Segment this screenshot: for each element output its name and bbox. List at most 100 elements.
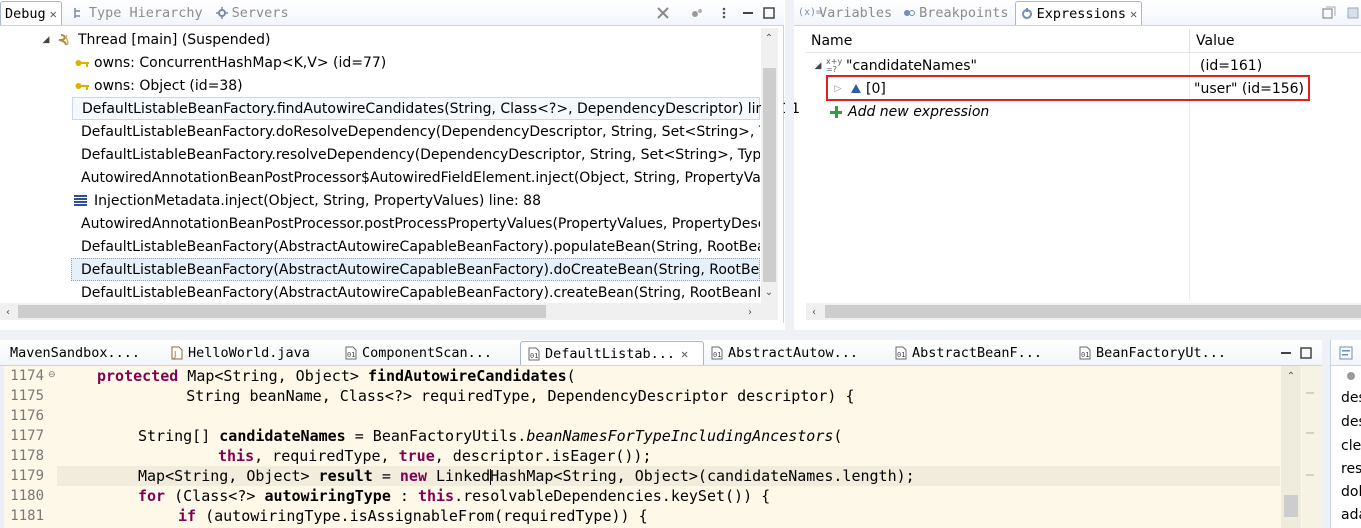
scroll-up-arrow-icon[interactable]: ⌃ bbox=[1283, 368, 1299, 384]
editor-tab-helloworld[interactable]: J HelloWorld.java bbox=[164, 340, 338, 365]
stack-frame-label: AutowiredAnnotationBeanPostProcessor$Aut… bbox=[81, 169, 760, 186]
tab-debug[interactable]: Debug ✕ bbox=[0, 1, 62, 25]
code-line-1180[interactable]: for (Class<?> autowiringType : this.reso… bbox=[57, 486, 770, 506]
code-method-name: findAutowireCandidates bbox=[367, 367, 567, 385]
view-toolbar-icon[interactable] bbox=[1345, 5, 1361, 21]
tab-breakpoints-label: Breakpoints bbox=[919, 4, 1009, 21]
stack-frame-row[interactable]: DefaultListableBeanFactory.resolveDepend… bbox=[74, 143, 760, 166]
scroll-left-arrow-icon[interactable]: ‹ bbox=[806, 304, 822, 320]
code-keyword: new bbox=[399, 467, 427, 485]
stack-frame-row[interactable]: DefaultListableBeanFactory.doResolveDepe… bbox=[74, 120, 760, 143]
add-expression-row[interactable]: Add new expression bbox=[828, 100, 989, 123]
monitor-row[interactable]: owns: Object (id=38) bbox=[74, 74, 243, 97]
svg-text:01: 01 bbox=[713, 351, 721, 359]
class-file-icon: 01 bbox=[710, 346, 724, 360]
servers-icon bbox=[215, 6, 229, 20]
expression-row[interactable]: ◢ x+y =? "candidateNames" (id=161) bbox=[812, 54, 1352, 77]
expressions-horizontal-scroll-thumb[interactable] bbox=[825, 305, 1361, 318]
scroll-down-arrow-icon[interactable]: ⌄ bbox=[761, 284, 777, 300]
code-text: , requiredType, bbox=[254, 447, 399, 465]
debug-horizontal-scroll-thumb[interactable] bbox=[18, 305, 546, 318]
editor-tab-label: ComponentScan... bbox=[362, 344, 493, 361]
outline-item[interactable]: cle bbox=[1341, 438, 1361, 454]
tab-servers[interactable]: Servers bbox=[211, 0, 293, 25]
line-number: 1179 bbox=[10, 468, 44, 484]
scroll-left-arrow-icon[interactable]: ‹ bbox=[0, 304, 16, 320]
column-value-header[interactable]: Value bbox=[1189, 28, 1234, 53]
editor-tab-defaultlistab[interactable]: 01 DefaultListab... ✕ bbox=[520, 341, 704, 365]
sash-vertical[interactable] bbox=[785, 0, 794, 330]
outline-item[interactable]: des bbox=[1341, 414, 1361, 430]
expanded-triangle-icon[interactable]: ◢ bbox=[40, 34, 52, 46]
maximize-icon[interactable] bbox=[1298, 345, 1314, 361]
expanded-triangle-icon[interactable]: ◢ bbox=[812, 60, 824, 72]
stack-frame-row-selected[interactable]: DefaultListableBeanFactory(AbstractAutow… bbox=[71, 258, 760, 281]
sash-vertical[interactable] bbox=[1322, 340, 1330, 528]
key-icon bbox=[74, 79, 90, 93]
collapse-all-icon[interactable] bbox=[1321, 5, 1337, 21]
code-line-1174[interactable]: protected Map<String, Object> findAutowi… bbox=[57, 366, 576, 386]
svg-text:J: J bbox=[173, 350, 176, 359]
stack-frame-row[interactable]: DefaultListableBeanFactory(AbstractAutow… bbox=[74, 281, 760, 304]
outline-item[interactable]: res bbox=[1341, 461, 1361, 477]
code-text: : bbox=[390, 487, 418, 505]
close-icon[interactable]: ✕ bbox=[50, 7, 57, 21]
outline-toolbar-icon[interactable] bbox=[1345, 370, 1357, 386]
expressions-view-tabbar: (x)= Variables Breakpoints Expressions ✕ bbox=[794, 0, 1361, 26]
view-menu-icon[interactable] bbox=[716, 5, 732, 21]
code-line-1181[interactable]: if (autowiringType.isAssignableFrom(requ… bbox=[57, 506, 648, 526]
scroll-up-arrow-icon[interactable]: ⌃ bbox=[761, 30, 777, 46]
outline-item[interactable]: des bbox=[1341, 390, 1361, 406]
close-icon[interactable]: ✕ bbox=[681, 347, 688, 361]
tab-expressions[interactable]: Expressions ✕ bbox=[1014, 1, 1143, 25]
tab-breakpoints[interactable]: Breakpoints bbox=[898, 0, 1012, 25]
fold-collapse-icon[interactable]: ⊖ bbox=[48, 370, 56, 380]
editor-tab-mavensandbox[interactable]: MavenSandbox.... bbox=[0, 340, 164, 365]
stack-frame-row[interactable]: DefaultListableBeanFactory.findAutowireC… bbox=[72, 97, 800, 120]
code-line-1179[interactable]: Map<String, Object> result = new LinkedH… bbox=[57, 466, 915, 486]
stack-frame-row[interactable]: AutowiredAnnotationBeanPostProcessor.pos… bbox=[74, 212, 760, 235]
thread-row[interactable]: ◢ Thread [main] (Suspended) bbox=[40, 28, 271, 51]
minimize-icon[interactable] bbox=[1278, 345, 1294, 361]
stack-frame-row[interactable]: AutowiredAnnotationBeanPostProcessor$Aut… bbox=[74, 166, 760, 189]
code-line-1175[interactable]: String beanName, Class<?> requiredType, … bbox=[57, 386, 854, 406]
class-file-icon: 01 bbox=[344, 346, 358, 360]
class-file-icon: 01 bbox=[527, 347, 541, 361]
code-keyword: for bbox=[138, 487, 166, 505]
code-line-1177[interactable]: String[] candidateNames = BeanFactoryUti… bbox=[57, 426, 842, 446]
close-icon[interactable]: ✕ bbox=[1130, 7, 1137, 21]
tab-servers-label: Servers bbox=[231, 4, 289, 21]
stack-frame-row[interactable]: DefaultListableBeanFactory(AbstractAutow… bbox=[74, 235, 760, 258]
stack-frame-label: DefaultListableBeanFactory(AbstractAutow… bbox=[81, 261, 760, 278]
outline-item[interactable]: ada bbox=[1341, 507, 1361, 523]
code-static-method: beanNamesForTypeIncludingAncestors bbox=[526, 427, 834, 445]
line-number: 1178 bbox=[10, 448, 44, 464]
stack-frame-row[interactable]: InjectionMetadata.inject(Object, String,… bbox=[74, 189, 760, 212]
java-file-icon: J bbox=[170, 346, 184, 360]
remove-terminated-icon[interactable] bbox=[655, 5, 671, 21]
tab-type-hierarchy[interactable]: Type Hierarchy bbox=[68, 0, 207, 25]
debug-tools-icon[interactable] bbox=[689, 5, 705, 21]
monitor-row[interactable]: owns: ConcurrentHashMap<K,V> (id=77) bbox=[74, 51, 386, 74]
editor-tab-beanfactoryut[interactable]: 01 BeanFactoryUt... bbox=[1072, 340, 1252, 365]
editor-tab-label: DefaultListab... bbox=[545, 345, 676, 362]
debug-vertical-scroll-thumb[interactable] bbox=[763, 68, 776, 282]
scroll-right-arrow-icon[interactable]: › bbox=[742, 304, 758, 320]
line-number: 1177 bbox=[10, 428, 44, 444]
outline-item[interactable]: dol bbox=[1341, 484, 1361, 500]
column-name-header[interactable]: Name bbox=[806, 33, 1189, 49]
editor-tab-componentscan[interactable]: 01 ComponentScan... bbox=[338, 340, 520, 365]
editor-tab-abstractautow[interactable]: 01 AbstractAutow... bbox=[704, 340, 888, 365]
minimize-icon[interactable] bbox=[740, 5, 756, 21]
sash-horizontal[interactable] bbox=[0, 330, 1361, 340]
code-line-1178[interactable]: this, requiredType, true, descriptor.isE… bbox=[57, 446, 652, 466]
editor-scroll-thumb[interactable] bbox=[1284, 495, 1298, 517]
tab-variables-label: Variables bbox=[819, 4, 893, 21]
maximize-icon[interactable] bbox=[761, 5, 777, 21]
stack-frame-label: InjectionMetadata.inject(Object, String,… bbox=[94, 192, 541, 209]
editor-tab-abstractbeanf[interactable]: 01 AbstractBeanF... bbox=[888, 340, 1072, 365]
line-number: 1180 bbox=[10, 488, 44, 504]
expressions-view: (x)= Variables Breakpoints Expressions ✕… bbox=[794, 0, 1361, 330]
tab-variables[interactable]: (x)= Variables bbox=[798, 0, 896, 25]
outline-icon[interactable] bbox=[1339, 346, 1353, 364]
